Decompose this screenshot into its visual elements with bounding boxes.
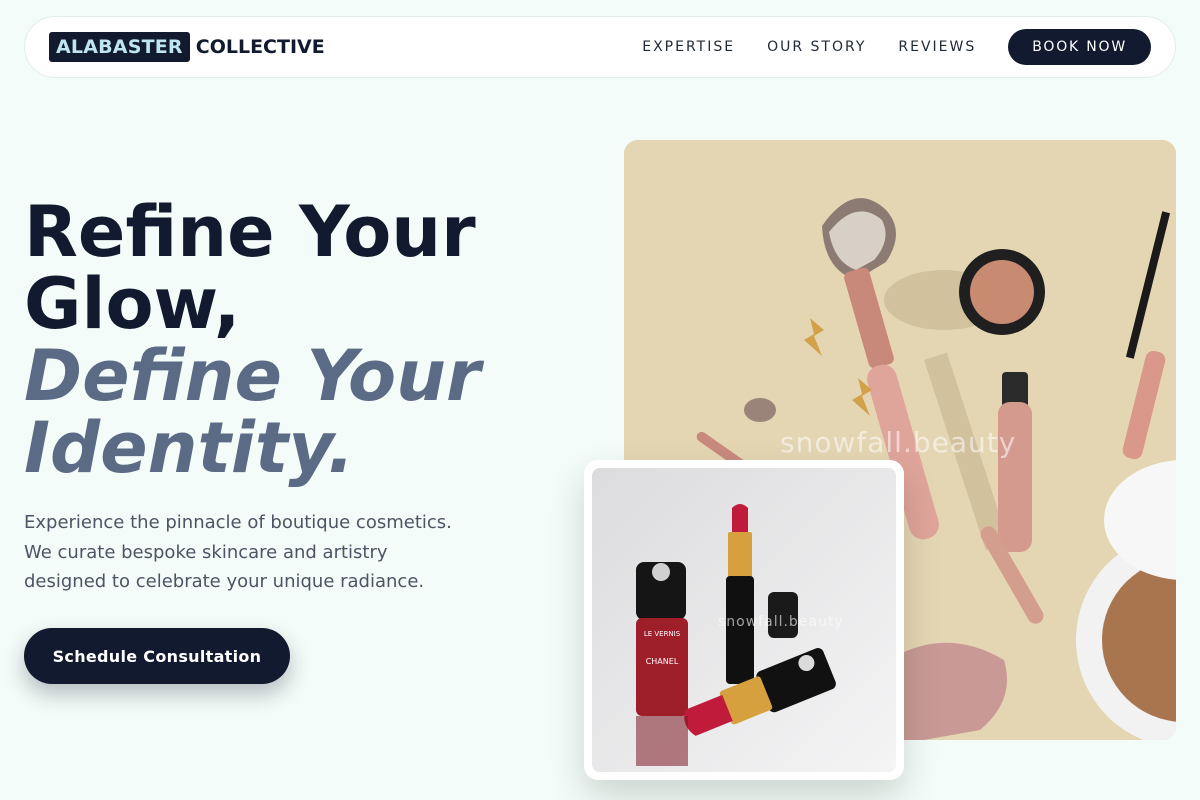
svg-text:CHANEL: CHANEL xyxy=(646,657,679,666)
svg-text:LE VERNIS: LE VERNIS xyxy=(644,630,681,638)
book-now-button[interactable]: BOOK NOW xyxy=(1008,29,1151,65)
brand-logo[interactable]: ALABASTER COLLECTIVE xyxy=(49,32,325,62)
schedule-consultation-button[interactable]: Schedule Consultation xyxy=(24,628,290,684)
main-image-watermark: snowfall.beauty xyxy=(780,426,1017,459)
inset-image-lipsticks: LE VERNIS CHANEL snowfall.beauty xyxy=(592,468,896,772)
inset-image-watermark: snowfall.beauty xyxy=(718,614,844,630)
hero-headline: Refine Your Glow, Define Your Identity. xyxy=(24,196,544,484)
inset-image-card: LE VERNIS CHANEL snowfall.beauty xyxy=(584,460,904,780)
polish-bottle: LE VERNIS CHANEL xyxy=(636,562,688,716)
nav-links: EXPERTISE OUR STORY REVIEWS BOOK NOW xyxy=(610,29,1151,65)
top-navbar: ALABASTER COLLECTIVE EXPERTISE OUR STORY… xyxy=(24,16,1176,78)
nav-link-expertise[interactable]: EXPERTISE xyxy=(642,39,735,55)
nav-link-reviews[interactable]: REVIEWS xyxy=(898,39,976,55)
headline-line-1: Refine Your Glow, xyxy=(24,191,476,345)
brand-logo-boxed: ALABASTER xyxy=(49,32,190,62)
nav-link-our-story[interactable]: OUR STORY xyxy=(767,39,866,55)
brand-logo-text: COLLECTIVE xyxy=(195,36,325,58)
compact-icon xyxy=(959,249,1045,335)
headline-line-2: Define Your Identity. xyxy=(24,335,481,489)
hero-subtext: Experience the pinnacle of boutique cosm… xyxy=(24,512,452,592)
